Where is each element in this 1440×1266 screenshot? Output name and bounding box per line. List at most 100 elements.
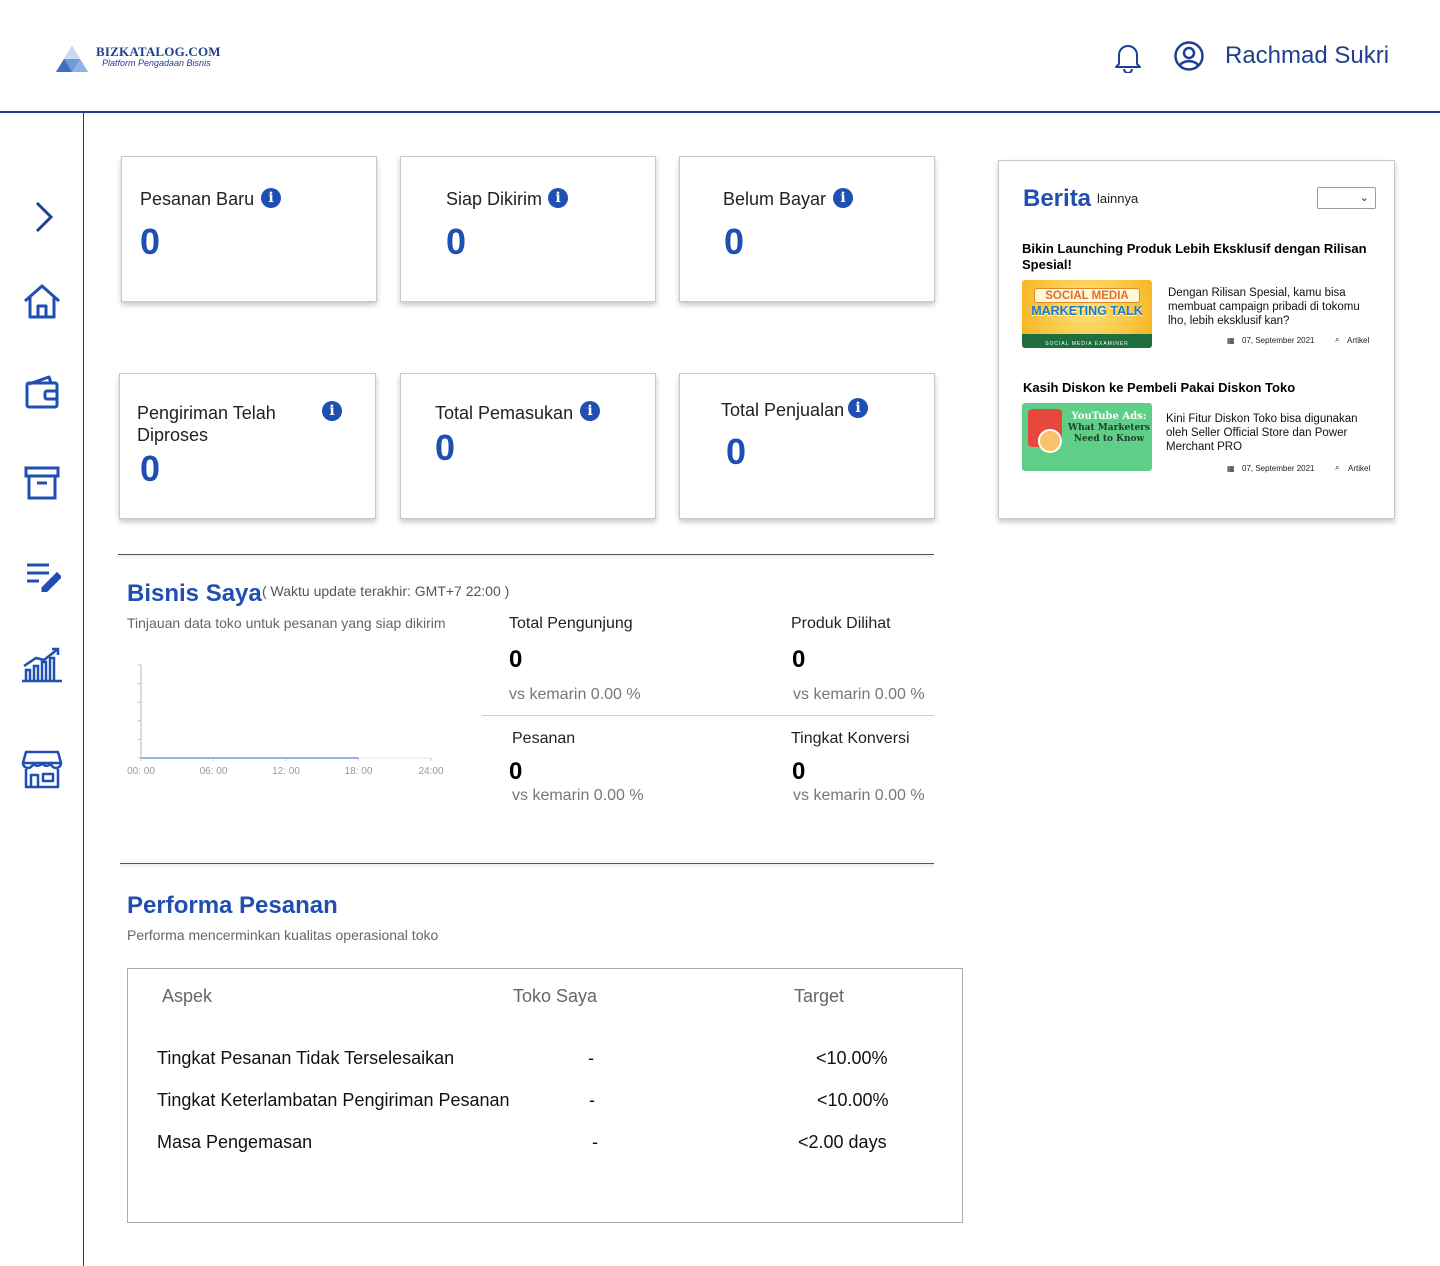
metric-compare: vs kemarin 0.00 % (512, 787, 644, 804)
home-icon[interactable] (20, 279, 64, 323)
metric-value: 0 (792, 758, 806, 785)
stat-value: 0 (726, 431, 747, 472)
user-circle-icon[interactable] (1173, 40, 1205, 72)
stat-label: Pengiriman Telah Diproses (137, 403, 276, 445)
chevron-down-icon: ⌄ (1359, 192, 1369, 204)
metric-label: Total Pengunjung (509, 615, 633, 632)
info-icon[interactable]: i (833, 188, 853, 208)
stat-card-siap-dikirim[interactable]: Siap Dikirim i 0 (400, 156, 656, 302)
info-icon[interactable]: i (322, 401, 342, 421)
stat-card-pesanan-baru[interactable]: Pesanan Baru i 0 (121, 156, 377, 302)
logo-tagline: Platform Pengadaan Bisnis (102, 58, 211, 68)
stat-value: 0 (724, 221, 745, 262)
calendar-icon: ▦ (1227, 336, 1235, 345)
stat-value: 0 (140, 448, 161, 489)
table-cell-aspek: Masa Pengemasan (157, 1132, 313, 1152)
metric-value: 0 (509, 758, 523, 785)
tag-icon: ⌕ (1335, 335, 1340, 344)
bell-icon[interactable] (1113, 41, 1143, 73)
section-divider (118, 554, 934, 560)
stat-label: Pesanan Baru (140, 189, 255, 209)
table-cell-target: <10.00% (817, 1090, 889, 1110)
x-tick-label: 18: 00 (345, 766, 373, 777)
stat-card-pengiriman-diproses[interactable]: Pengiriman Telah Diproses i 0 (119, 373, 376, 519)
news-panel: Berita lainnya ⌄ Bikin Launching Produk … (998, 160, 1395, 519)
info-icon[interactable]: i (848, 398, 868, 418)
info-icon[interactable]: i (548, 188, 568, 208)
metric-label: Produk Dilihat (791, 615, 891, 632)
article-thumbnail[interactable]: SOCIAL MEDIA MARKETING TALK SOCIAL MEDIA… (1022, 280, 1152, 348)
performa-subtitle: Performa mencerminkan kualitas operasion… (127, 927, 439, 943)
thumb-footer: SOCIAL MEDIA EXAMINER (1045, 341, 1129, 347)
table-cell-aspek: Tingkat Keterlambatan Pengiriman Pesanan (157, 1090, 510, 1110)
thumb-line-1: SOCIAL MEDIA (1034, 288, 1140, 303)
table-cell-aspek: Tingkat Pesanan Tidak Terselesaikan (157, 1048, 455, 1068)
performa-title: Performa Pesanan (127, 892, 338, 919)
stat-value: 0 (435, 427, 456, 468)
table-cell-target: <10.00% (816, 1048, 888, 1068)
wallet-icon[interactable] (20, 369, 64, 413)
article-title[interactable]: Kasih Diskon ke Pembeli Pakai Diskon Tok… (1023, 380, 1383, 396)
logo-mark-icon (56, 46, 88, 72)
stat-label: Total Penjualan (721, 400, 845, 420)
article-category[interactable]: Artikel (1347, 336, 1369, 345)
table-header-aspek: Aspek (162, 986, 213, 1006)
thumb-line-2: What Marketers (1068, 423, 1150, 433)
sidebar (0, 113, 84, 1266)
article-category[interactable]: Artikel (1348, 464, 1370, 473)
stat-label: Total Pemasukan (435, 403, 574, 423)
table-cell-toko: - (592, 1132, 598, 1152)
calendar-icon: ▦ (1227, 464, 1235, 473)
news-more-link[interactable]: lainnya (1097, 191, 1138, 206)
chart-growth-icon[interactable] (20, 643, 64, 687)
info-icon[interactable]: i (261, 188, 281, 208)
x-tick-label: 12: 00 (272, 766, 300, 777)
tag-icon: ⌕ (1335, 463, 1340, 472)
metric-compare: vs kemarin 0.00 % (793, 787, 925, 804)
thumb-line-1: YouTube Ads: (1071, 411, 1147, 422)
table-cell-target: <2.00 days (798, 1132, 887, 1152)
thumb-line-2: MARKETING TALK (1031, 304, 1143, 318)
article-date: 07, September 2021 (1242, 336, 1315, 345)
stat-label: Belum Bayar (723, 189, 827, 209)
metric-value: 0 (509, 646, 523, 673)
metric-compare: vs kemarin 0.00 % (509, 686, 641, 703)
metric-separator (482, 715, 934, 716)
stat-card-total-pemasukan[interactable]: Total Pemasukan i 0 (400, 373, 656, 519)
visitors-line-chart: 00: 00 06: 00 12: 00 18: 00 24:00 (127, 664, 444, 777)
chevron-right-icon[interactable] (20, 195, 64, 239)
stat-label: Siap Dikirim (446, 189, 543, 209)
top-header: BIZKATALOG.COM Platform Pengadaan Bisnis… (0, 0, 1440, 113)
table-header-toko: Toko Saya (513, 986, 598, 1006)
thumb-line-3: Need to Know (1073, 434, 1145, 444)
news-filter-select[interactable]: ⌄ (1317, 187, 1376, 209)
x-tick-label: 06: 00 (200, 766, 228, 777)
logo[interactable]: BIZKATALOG.COM Platform Pengadaan Bisnis (54, 42, 234, 74)
metric-value: 0 (792, 646, 806, 673)
stat-value: 0 (140, 221, 161, 262)
article-description: Dengan Rilisan Spesial, kamu bisa membua… (1168, 287, 1360, 327)
article-description: Kini Fitur Diskon Toko bisa digunakan ol… (1166, 413, 1358, 453)
user-name[interactable]: Rachmad Sukri (1225, 42, 1389, 70)
edit-list-icon[interactable] (20, 553, 64, 597)
store-icon[interactable] (20, 747, 64, 791)
news-title: Berita (1023, 185, 1092, 212)
update-time: ( Waktu update terakhir: GMT+7 22:00 ) (262, 583, 510, 599)
article-title[interactable]: Bikin Launching Produk Lebih Eksklusif d… (1022, 241, 1382, 273)
stat-card-belum-bayar[interactable]: Belum Bayar i 0 (679, 156, 935, 302)
x-tick-label: 00: 00 (127, 766, 155, 777)
metric-label: Pesanan (512, 730, 576, 747)
stat-card-total-penjualan[interactable]: Total Penjualan i 0 (679, 373, 935, 519)
archive-box-icon[interactable] (20, 461, 64, 505)
info-icon[interactable]: i (580, 401, 600, 421)
metric-label: Tingkat Konversi (791, 730, 910, 747)
article-thumbnail[interactable]: YouTube Ads: What Marketers Need to Know (1022, 403, 1152, 471)
bisnis-subtitle: Tinjauan data toko untuk pesanan yang si… (127, 615, 446, 631)
stat-value: 0 (446, 221, 467, 262)
article-date: 07, September 2021 (1242, 464, 1315, 473)
metric-compare: vs kemarin 0.00 % (793, 686, 925, 703)
performa-table: Aspek Toko Saya Target Tingkat Pesanan T… (127, 968, 963, 1223)
table-cell-toko: - (589, 1090, 595, 1110)
table-header-target: Target (794, 986, 845, 1006)
x-tick-label: 24:00 (418, 766, 443, 777)
